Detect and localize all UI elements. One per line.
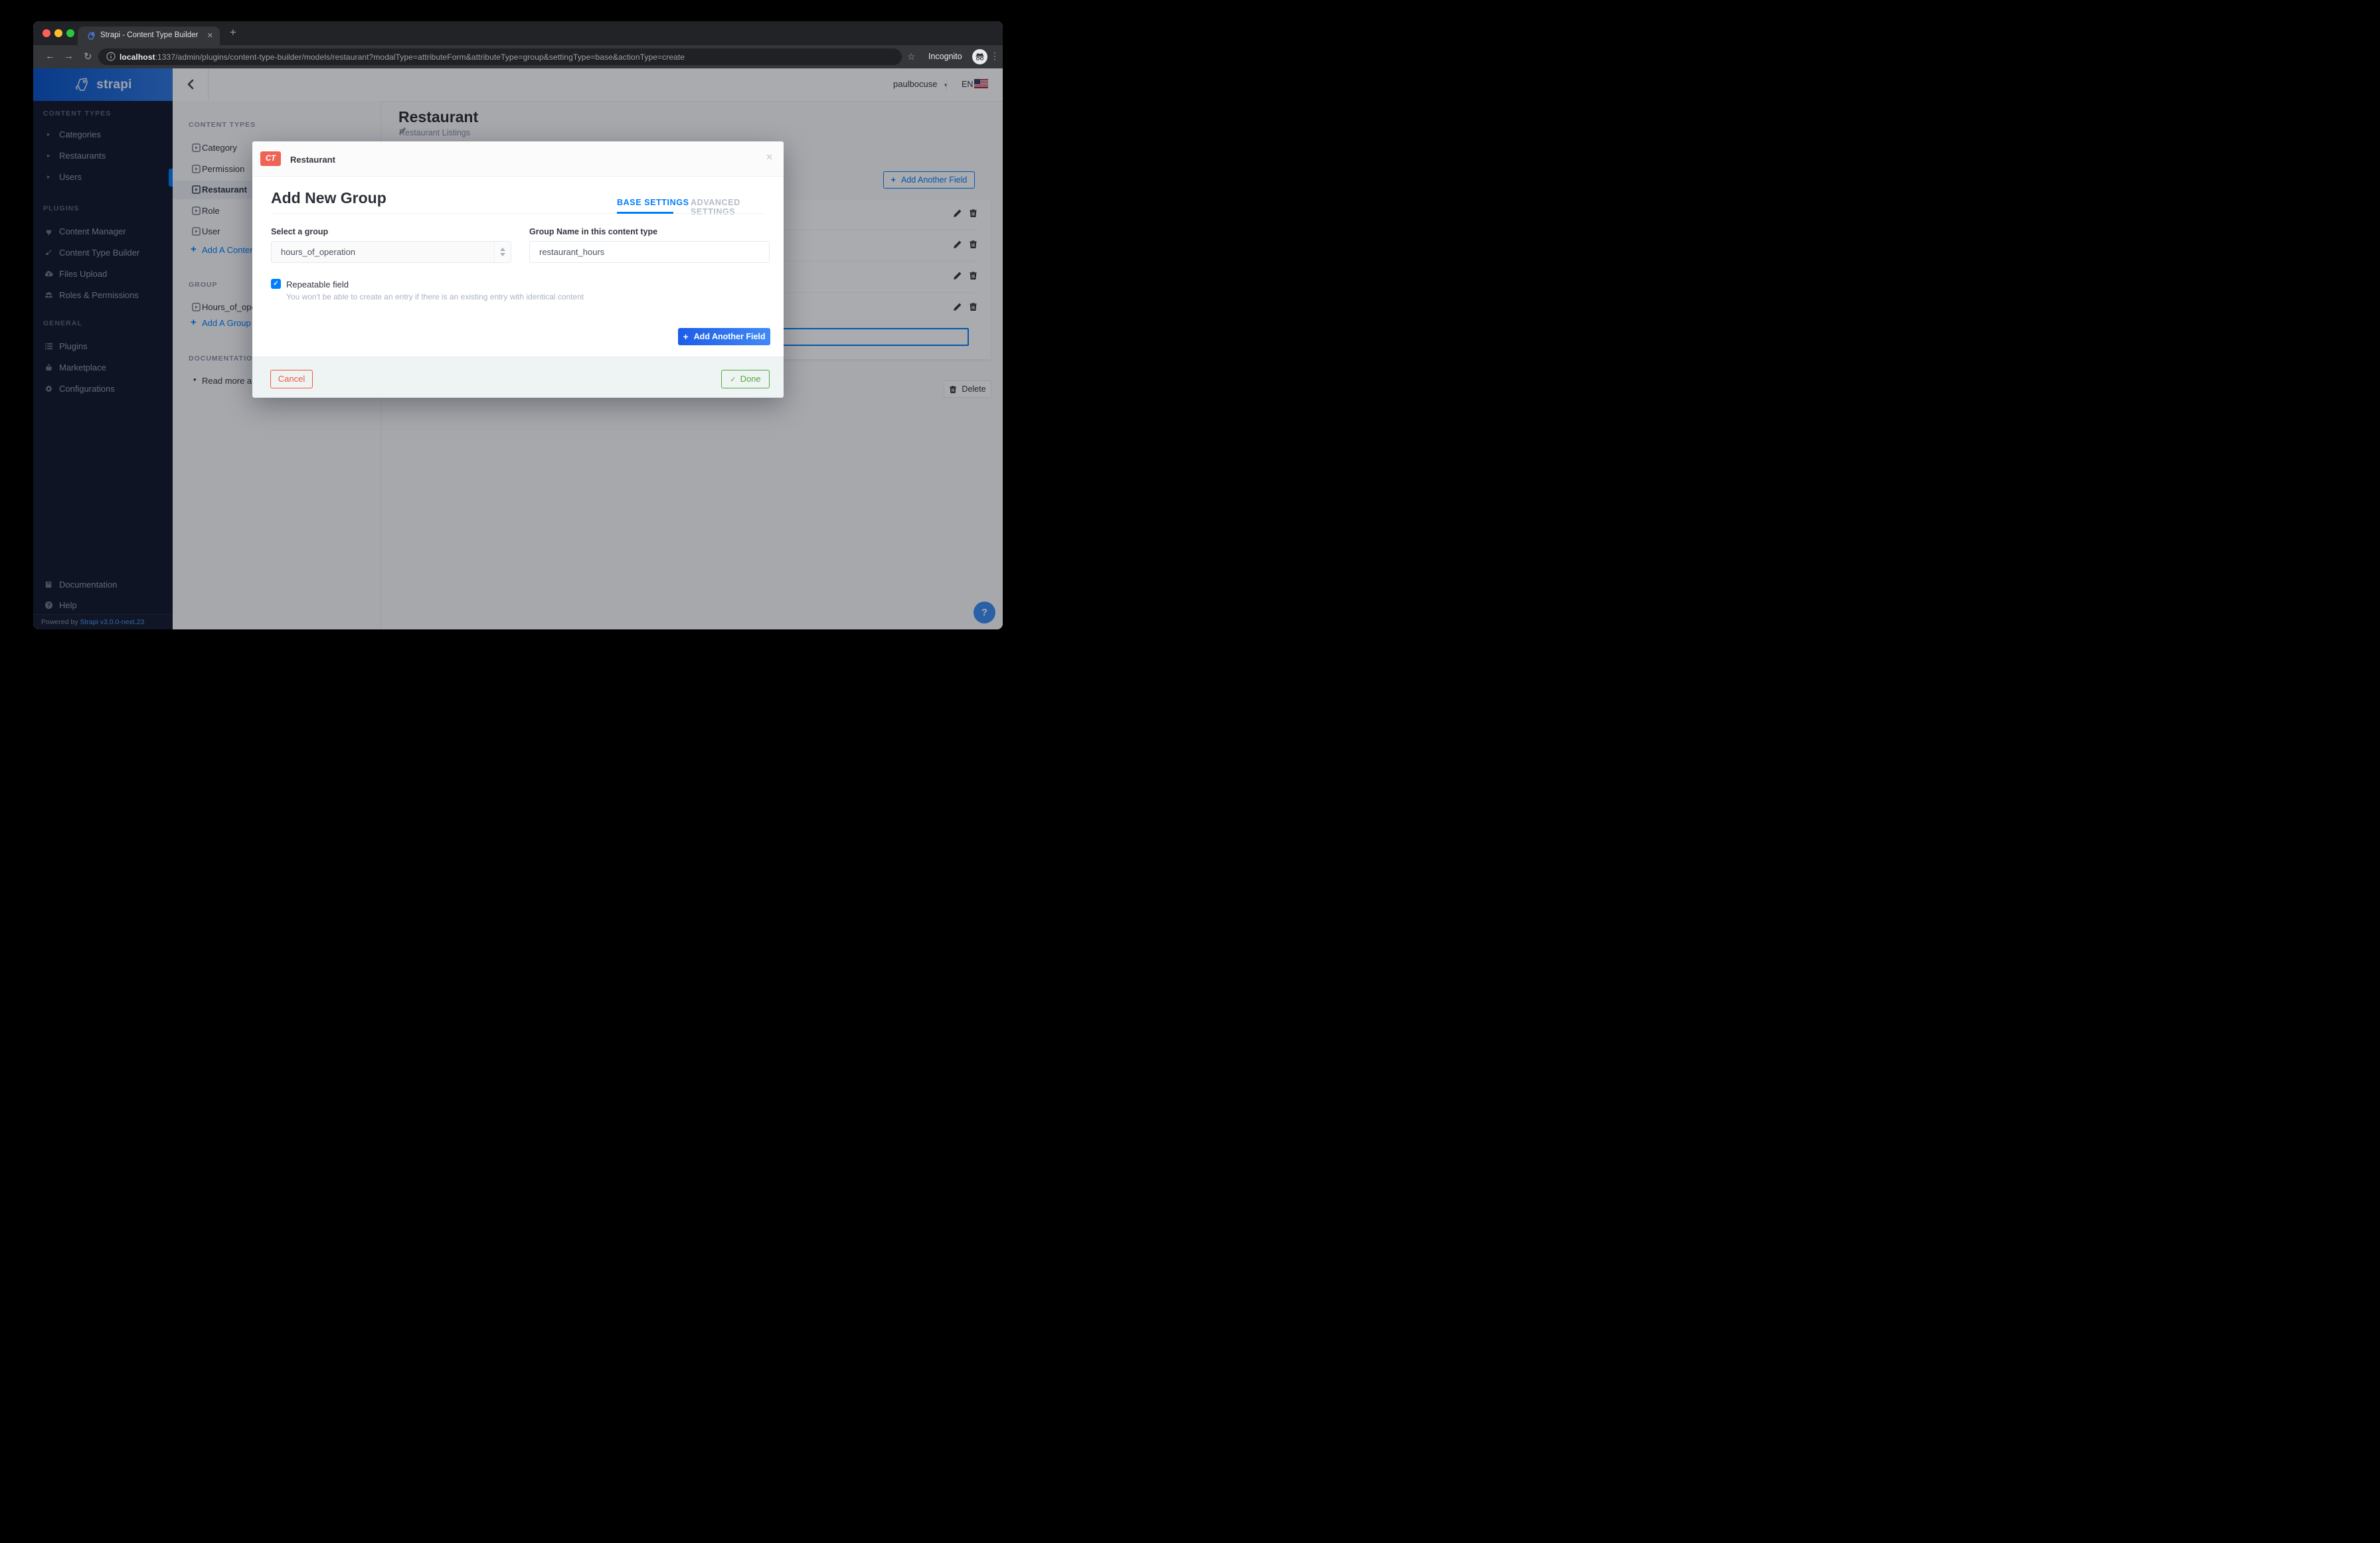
- cancel-label: Cancel: [278, 374, 305, 384]
- tabs-separator: [271, 213, 765, 214]
- spinner-down-icon: [500, 253, 505, 256]
- back-icon[interactable]: ←: [45, 50, 55, 62]
- close-window-button[interactable]: [42, 29, 50, 37]
- modal-footer: Cancel ✓ Done: [252, 357, 784, 398]
- browser-menu-icon[interactable]: ⋮: [990, 50, 999, 62]
- modal-header-title: Restaurant: [290, 155, 335, 165]
- done-label: Done: [740, 374, 761, 384]
- tab-favicon: [86, 31, 96, 41]
- repeatable-label: Repeatable field: [286, 280, 349, 289]
- url-path: :1337/admin/plugins/content-type-builder…: [155, 52, 685, 62]
- zoom-window-button[interactable]: [66, 29, 74, 37]
- bookmark-star-icon[interactable]: ☆: [907, 51, 916, 62]
- group-name-input[interactable]: [529, 241, 770, 263]
- repeatable-help-text: You won't be able to create an entry if …: [286, 292, 584, 301]
- select-group-value: hours_of_operation: [281, 247, 355, 257]
- site-info-icon[interactable]: [106, 52, 116, 61]
- strapi-admin-page: strapi CONTENT TYPES ▸ Categories ▸ Rest…: [33, 68, 1003, 629]
- add-another-field-label: Add Another Field: [694, 332, 766, 341]
- active-tab-underline: [617, 212, 673, 214]
- new-tab-icon[interactable]: +: [230, 26, 236, 39]
- content-type-badge: CT: [260, 151, 281, 166]
- tab-strip: Strapi - Content Type Builder ✕ +: [33, 21, 1003, 45]
- check-icon: ✓: [730, 376, 736, 384]
- modal-header: CT Restaurant ✕: [252, 141, 784, 177]
- cancel-button[interactable]: Cancel: [270, 370, 313, 388]
- tab-base-settings[interactable]: BASE SETTINGS: [617, 198, 689, 207]
- select-group-label: Select a group: [271, 227, 328, 236]
- forward-icon[interactable]: →: [64, 50, 74, 62]
- plus-icon: +: [683, 331, 688, 342]
- check-icon: ✓: [273, 280, 278, 287]
- add-another-field-button-modal[interactable]: + Add Another Field: [678, 328, 770, 345]
- group-name-field-wrap: [529, 241, 770, 263]
- select-group-dropdown[interactable]: hours_of_operation: [271, 241, 511, 263]
- select-spinner[interactable]: [494, 242, 511, 262]
- group-name-label: Group Name in this content type: [529, 227, 657, 236]
- minimize-window-button[interactable]: [54, 29, 62, 37]
- browser-tab[interactable]: Strapi - Content Type Builder ✕: [78, 27, 220, 45]
- spinner-up-icon: [500, 248, 505, 251]
- tab-close-icon[interactable]: ✕: [207, 31, 213, 40]
- incognito-label: Incognito: [928, 52, 962, 61]
- modal-title: Add New Group: [271, 189, 386, 207]
- add-group-modal: CT Restaurant ✕ Add New Group BASE SETTI…: [252, 141, 784, 397]
- done-button[interactable]: ✓ Done: [721, 370, 770, 388]
- repeatable-checkbox[interactable]: ✓: [271, 279, 281, 289]
- reload-icon[interactable]: ↻: [84, 50, 92, 62]
- tab-title: Strapi - Content Type Builder: [100, 31, 198, 39]
- browser-toolbar: ← → ↻ localhost:1337/admin/plugins/conte…: [33, 45, 1003, 68]
- url-text: localhost:1337/admin/plugins/content-typ…: [120, 52, 685, 62]
- url-host: localhost: [120, 52, 155, 62]
- address-bar[interactable]: localhost:1337/admin/plugins/content-typ…: [98, 48, 902, 65]
- modal-close-icon[interactable]: ✕: [766, 152, 773, 163]
- incognito-icon: [972, 49, 987, 64]
- browser-window: Strapi - Content Type Builder ✕ + ← → ↻ …: [33, 21, 1003, 629]
